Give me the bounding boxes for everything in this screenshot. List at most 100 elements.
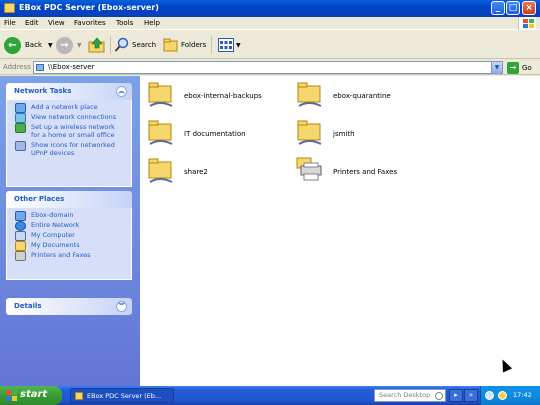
folder-content-pane: ebox-internal-backups ebox-quarantine IT… — [140, 76, 540, 386]
place-label: Entire Network — [31, 221, 80, 229]
task-add-network-place[interactable]: Add a network place — [15, 103, 125, 113]
share-ebox-quarantine[interactable]: ebox-quarantine — [295, 78, 435, 114]
views-icon — [218, 38, 234, 52]
menu-edit[interactable]: Edit — [25, 19, 39, 27]
panel-title: Other Places — [14, 195, 65, 203]
search-icon — [114, 37, 129, 52]
task-setup-wireless[interactable]: Set up a wireless network for a home or … — [15, 123, 125, 139]
toolbar: ← Back ▼ → ▼ Search Folders ▼ — [0, 31, 540, 59]
task-label: Set up a wireless network for a home or … — [31, 123, 115, 139]
address-input[interactable]: \\Ebox-server ▼ — [33, 61, 503, 74]
forward-arrow-icon: → — [56, 36, 73, 54]
menu-tools[interactable]: Tools — [116, 19, 133, 27]
clock: 17:42 — [513, 391, 532, 399]
up-folder-icon — [88, 37, 105, 53]
network-computer-icon — [36, 64, 44, 71]
printers-label: Printers and Faxes — [333, 168, 398, 176]
menu-view[interactable]: View — [48, 19, 65, 27]
menu-favorites[interactable]: Favorites — [74, 19, 106, 27]
address-value: \\Ebox-server — [48, 63, 95, 71]
search-button[interactable]: Search — [114, 35, 156, 55]
forward-button[interactable]: → ▼ — [56, 35, 82, 55]
search-go-button[interactable]: ▸ — [449, 389, 463, 402]
task-view-network-connections[interactable]: View network connections — [15, 113, 125, 123]
share-it-documentation[interactable]: IT documentation — [146, 116, 286, 152]
folders-label: Folders — [181, 41, 207, 49]
close-button[interactable]: × — [522, 1, 536, 15]
network-status-icon[interactable] — [485, 391, 494, 400]
share-share2[interactable]: share2 — [146, 154, 286, 190]
share-ebox-internal-backups[interactable]: ebox-internal-backups — [146, 78, 286, 114]
back-button[interactable]: ← Back ▼ — [4, 35, 53, 55]
domain-icon — [15, 211, 26, 221]
collapse-chevron-icon[interactable]: ︽ — [116, 86, 127, 97]
chevron-down-icon: ▼ — [48, 41, 53, 49]
details-header[interactable]: Details ︾ — [6, 298, 132, 315]
mouse-cursor-icon — [497, 357, 513, 373]
start-button[interactable]: start — [0, 386, 62, 405]
up-folder-button[interactable] — [88, 35, 106, 55]
place-my-documents[interactable]: My Documents — [15, 241, 125, 251]
chevron-down-icon: ▼ — [77, 41, 82, 49]
panel-body: Add a network place View network connect… — [6, 100, 132, 187]
network-share-icon — [75, 392, 83, 400]
upnp-device-icon — [15, 141, 26, 151]
window-title: EBox PDC Server (Ebox-server) — [19, 3, 159, 12]
shared-folder-icon — [148, 82, 173, 107]
printers-and-faxes-item[interactable]: Printers and Faxes — [295, 154, 435, 190]
panel-title: Network Tasks — [14, 87, 72, 95]
toolbar-separator — [211, 36, 212, 54]
share-jsmith[interactable]: jsmith — [295, 116, 435, 152]
search-options-button[interactable]: » — [464, 389, 478, 402]
shared-folder-icon — [297, 120, 322, 145]
task-show-upnp[interactable]: Show icons for networked UPnP devices — [15, 141, 125, 157]
network-tasks-panel: Network Tasks ︽ Add a network place View… — [6, 83, 132, 187]
place-my-computer[interactable]: My Computer — [15, 231, 125, 241]
menu-help[interactable]: Help — [144, 19, 160, 27]
folders-icon — [163, 38, 178, 52]
printer-icon — [15, 251, 26, 261]
search-icon — [435, 392, 443, 400]
network-place-icon — [15, 103, 26, 113]
printer-folder-icon — [296, 157, 322, 181]
address-dropdown-button[interactable]: ▼ — [491, 62, 502, 73]
task-pane: Network Tasks ︽ Add a network place View… — [0, 76, 140, 386]
share-label: share2 — [184, 168, 208, 176]
shared-folder-icon — [148, 120, 173, 145]
share-label: jsmith — [333, 130, 355, 138]
folders-button[interactable]: Folders — [163, 35, 206, 55]
go-label: Go — [522, 63, 532, 72]
address-bar: Address \\Ebox-server ▼ → Go — [0, 60, 540, 75]
place-label: My Computer — [31, 231, 75, 239]
views-button[interactable]: ▼ — [218, 35, 241, 55]
title-bar[interactable]: EBox PDC Server (Ebox-server) _ □ × — [0, 0, 540, 17]
back-label: Back — [25, 41, 42, 49]
windows-logo-icon — [6, 390, 17, 401]
volume-icon[interactable] — [498, 391, 507, 400]
network-tasks-header[interactable]: Network Tasks ︽ — [6, 83, 132, 100]
go-button[interactable]: → Go — [507, 61, 532, 74]
desktop-search-input[interactable]: Search Desktop — [374, 389, 446, 402]
taskbar: start EBox PDC Server (Eb... Search Desk… — [0, 386, 540, 405]
place-label: Printers and Faxes — [31, 251, 91, 259]
place-printers-faxes[interactable]: Printers and Faxes — [15, 251, 125, 261]
toolbar-separator — [110, 36, 111, 54]
menu-bar: File Edit View Favorites Tools Help — [0, 17, 540, 30]
minimize-button[interactable]: _ — [491, 1, 505, 15]
details-panel: Details ︾ — [6, 298, 132, 315]
place-label: Ebox-domain — [31, 211, 74, 219]
task-label: Show icons for networked UPnP devices — [31, 141, 115, 157]
menu-file[interactable]: File — [4, 19, 16, 27]
wireless-network-icon — [15, 123, 26, 133]
expand-chevron-icon[interactable]: ︾ — [116, 301, 127, 312]
place-ebox-domain[interactable]: Ebox-domain — [15, 211, 125, 221]
network-connections-icon — [15, 113, 26, 123]
taskbar-window-button[interactable]: EBox PDC Server (Eb... — [70, 388, 174, 403]
network-share-icon — [4, 3, 15, 13]
search-placeholder: Search Desktop — [379, 391, 431, 399]
place-entire-network[interactable]: Entire Network — [15, 221, 125, 231]
start-label: start — [20, 389, 48, 400]
other-places-header[interactable]: Other Places — [6, 191, 132, 208]
maximize-button[interactable]: □ — [506, 1, 520, 15]
computer-icon — [15, 231, 26, 241]
